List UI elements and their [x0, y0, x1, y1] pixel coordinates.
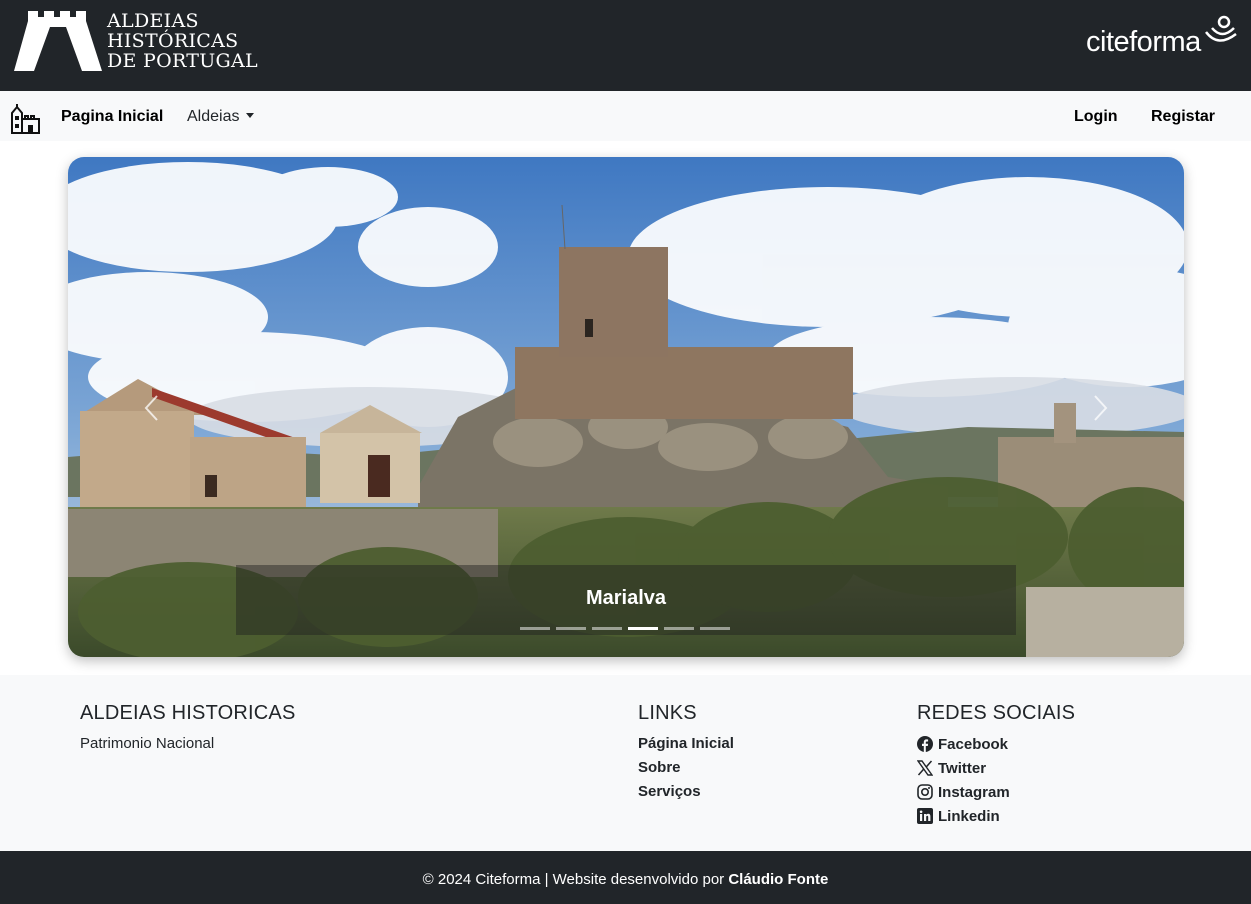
- citeforma-swirl-icon: [1205, 15, 1237, 42]
- citeforma-logo[interactable]: citeforma: [1086, 14, 1238, 60]
- footer-link-services[interactable]: Serviços: [638, 783, 701, 800]
- copyright-text: © 2024 Citeforma | Website desenvolvido …: [0, 871, 1251, 888]
- footer-link-home[interactable]: Página Inicial: [638, 735, 734, 752]
- brand-header: ALDEIAS HISTÓRICAS DE PORTUGAL citeforma: [0, 0, 1251, 91]
- nav-villages-dropdown[interactable]: Aldeias: [187, 108, 255, 126]
- village-home-icon[interactable]: [9, 103, 42, 135]
- carousel-indicator-6[interactable]: [700, 627, 730, 630]
- social-linkedin-label: Linkedin: [938, 807, 1000, 825]
- logo-wordmark: ALDEIAS HISTÓRICAS DE PORTUGAL: [107, 11, 258, 71]
- footer-links-heading: LINKS: [638, 702, 697, 724]
- social-facebook-link[interactable]: Facebook: [917, 735, 1008, 753]
- footer-about-heading: ALDEIAS HISTORICAS: [80, 702, 296, 724]
- social-linkedin-link[interactable]: Linkedin: [917, 807, 1000, 825]
- footer-social-heading: REDES SOCIAIS: [917, 702, 1076, 724]
- aldeias-historicas-logo[interactable]: ALDEIAS HISTÓRICAS DE PORTUGAL: [14, 11, 258, 73]
- social-facebook-label: Facebook: [938, 735, 1009, 753]
- footer-about-text: Patrimonio Nacional: [80, 735, 215, 752]
- footer-link-about[interactable]: Sobre: [638, 759, 681, 776]
- carousel-indicator-2[interactable]: [556, 627, 586, 630]
- copyright-footer: © 2024 Citeforma | Website desenvolvido …: [0, 851, 1251, 904]
- nav-home-link[interactable]: Pagina Inicial: [61, 108, 163, 126]
- logo-line-1: ALDEIAS: [107, 10, 199, 32]
- facebook-icon: [917, 736, 933, 752]
- chevron-down-icon: [246, 113, 255, 118]
- hero-carousel: Marialva: [68, 157, 1184, 657]
- castle-logo-mark: [14, 11, 102, 71]
- citeforma-wordmark: citeforma: [1086, 26, 1201, 58]
- social-twitter-label: Twitter: [938, 759, 987, 777]
- x-twitter-icon: [917, 760, 933, 776]
- logo-line-3: DE PORTUGAL: [107, 50, 258, 72]
- social-twitter-link[interactable]: Twitter: [917, 759, 986, 777]
- instagram-icon: [917, 784, 933, 800]
- register-link[interactable]: Registar: [1151, 108, 1215, 126]
- social-instagram-link[interactable]: Instagram: [917, 783, 1010, 801]
- carousel-indicator-3[interactable]: [592, 627, 622, 630]
- social-instagram-label: Instagram: [938, 783, 1010, 801]
- linkedin-icon: [917, 808, 933, 824]
- logo-line-2: HISTÓRICAS: [107, 30, 239, 52]
- carousel-prev-icon[interactable]: [142, 393, 162, 423]
- nav-villages-label: Aldeias: [187, 108, 240, 125]
- carousel-indicator-1[interactable]: [520, 627, 550, 630]
- carousel-indicators: [520, 627, 732, 631]
- carousel-next-icon[interactable]: [1090, 393, 1110, 423]
- carousel-indicator-5[interactable]: [664, 627, 694, 630]
- login-link[interactable]: Login: [1074, 108, 1118, 126]
- author-link[interactable]: Cláudio Fonte: [728, 871, 828, 888]
- copyright-prefix: © 2024 Citeforma | Website desenvolvido …: [422, 871, 729, 888]
- carousel-indicator-4[interactable]: [628, 627, 658, 630]
- slide-caption: Marialva: [585, 587, 667, 609]
